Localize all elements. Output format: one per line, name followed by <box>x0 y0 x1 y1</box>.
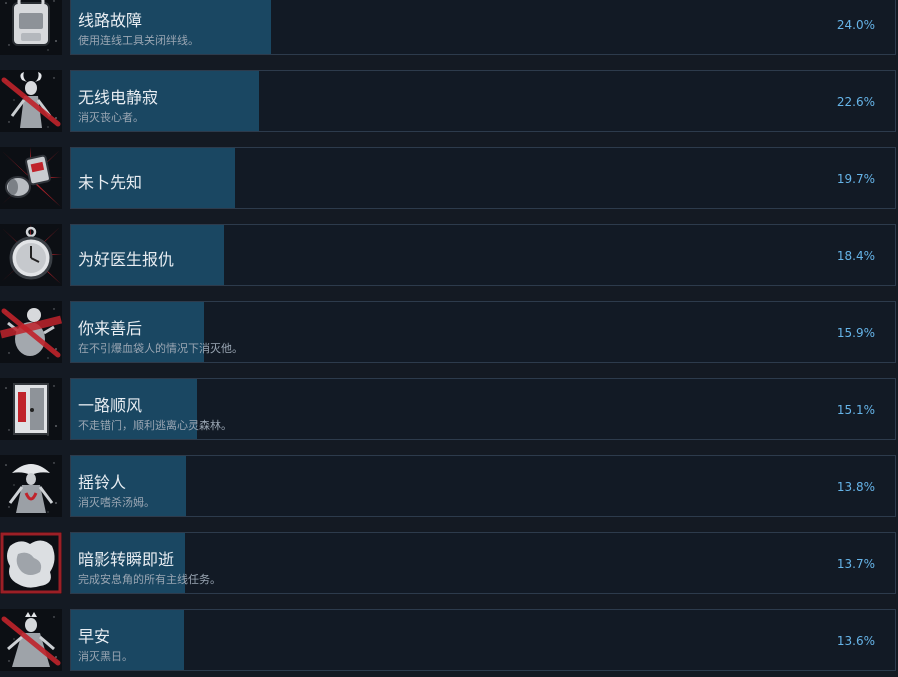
achievement-title: 一路顺风 <box>78 396 143 415</box>
achievement-title: 早安 <box>78 627 111 646</box>
achievement-panel: 线路故障使用连线工具关闭绊线。 24.0% <box>70 0 896 55</box>
backpack-icon <box>0 0 62 55</box>
horned-creature-icon <box>0 70 62 132</box>
achievement-description: 不走错门，顺利逃离心灵森林。 <box>78 419 232 432</box>
achievement-row: 暗影转瞬即逝完成安息角的所有主线任务。 13.7% <box>0 532 898 602</box>
achievement-title: 线路故障 <box>78 11 143 30</box>
achievement-panel: 未卜先知 19.7% <box>70 147 896 209</box>
door-icon <box>0 378 62 440</box>
achievement-title: 摇铃人 <box>78 473 127 492</box>
achievement-title: 你来善后 <box>78 319 143 338</box>
crumbled-map-icon <box>0 532 62 594</box>
unlock-percentage: 15.9% <box>836 326 875 340</box>
achievement-title: 未卜先知 <box>78 173 143 192</box>
achievement-title: 为好医生报仇 <box>78 250 175 269</box>
achievement-row: 早安消灭黑日。 13.6% <box>0 609 898 677</box>
achievement-row: 为好医生报仇 18.4% <box>0 224 898 294</box>
achievement-panel: 摇铃人消灭嗜杀汤姆。 13.8% <box>70 455 896 517</box>
achievement-description: 在不引爆血袋人的情况下消灭他。 <box>78 342 243 355</box>
crowned-creature-icon <box>0 609 62 671</box>
explosive-barrel-icon <box>0 147 62 209</box>
achievement-list: 线路故障使用连线工具关闭绊线。 24.0% 无线电静寂消灭丧心者。 22.6% 未卜先知… <box>0 0 898 677</box>
achievement-description: 完成安息角的所有主线任务。 <box>78 573 221 586</box>
achievement-row: 无线电静寂消灭丧心者。 22.6% <box>0 70 898 140</box>
achievement-panel: 为好医生报仇 18.4% <box>70 224 896 286</box>
unlock-percentage: 24.0% <box>836 18 875 32</box>
achievement-panel: 早安消灭黑日。 13.6% <box>70 609 896 671</box>
achievement-description: 使用连线工具关闭绊线。 <box>78 34 199 47</box>
achievement-description: 消灭嗜杀汤姆。 <box>78 496 155 509</box>
unlock-percentage: 13.7% <box>836 557 875 571</box>
pocket-watch-icon <box>0 224 62 286</box>
achievement-description: 消灭黑日。 <box>78 650 133 663</box>
achievement-panel: 无线电静寂消灭丧心者。 22.6% <box>70 70 896 132</box>
achievement-panel: 暗影转瞬即逝完成安息角的所有主线任务。 13.7% <box>70 532 896 594</box>
unlock-percentage: 22.6% <box>836 95 875 109</box>
unlock-percentage: 18.4% <box>836 249 875 263</box>
achievement-row: 未卜先知 19.7% <box>0 147 898 217</box>
unlock-percentage: 19.7% <box>836 172 875 186</box>
hooded-figure-icon <box>0 455 62 517</box>
achievement-description: 消灭丧心者。 <box>78 111 144 124</box>
achievement-row: 线路故障使用连线工具关闭绊线。 24.0% <box>0 0 898 63</box>
unlock-percentage: 15.1% <box>836 403 875 417</box>
achievement-title: 暗影转瞬即逝 <box>78 550 175 569</box>
unlock-percentage: 13.6% <box>836 634 875 648</box>
achievement-row: 一路顺风不走错门，顺利逃离心灵森林。 15.1% <box>0 378 898 448</box>
bloated-creature-icon <box>0 301 62 363</box>
achievement-panel: 你来善后在不引爆血袋人的情况下消灭他。 15.9% <box>70 301 896 363</box>
achievement-row: 你来善后在不引爆血袋人的情况下消灭他。 15.9% <box>0 301 898 371</box>
achievement-panel: 一路顺风不走错门，顺利逃离心灵森林。 15.1% <box>70 378 896 440</box>
achievement-row: 摇铃人消灭嗜杀汤姆。 13.8% <box>0 455 898 525</box>
unlock-percentage: 13.8% <box>836 480 875 494</box>
achievement-title: 无线电静寂 <box>78 88 159 107</box>
